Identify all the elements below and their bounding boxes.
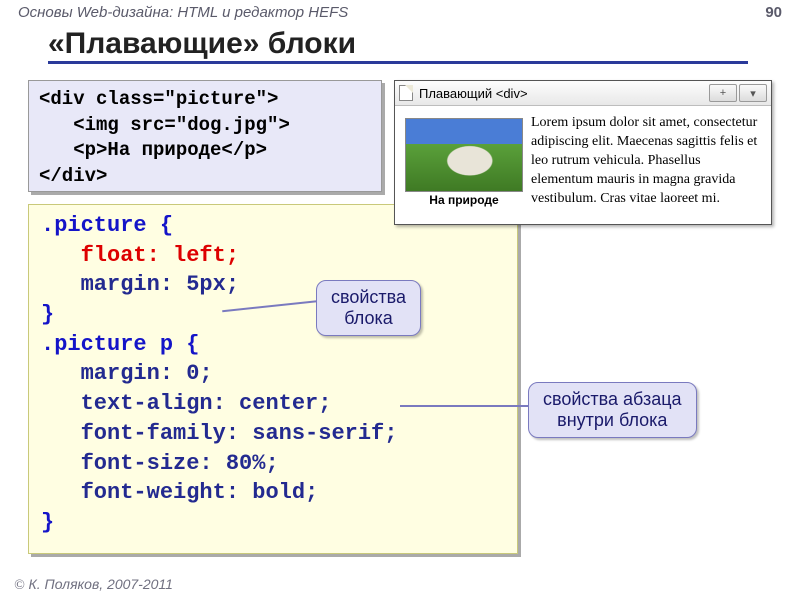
- css-prop-size: font-size: 80%;: [81, 451, 279, 476]
- lorem-text: Lorem ipsum dolor sit amet, consectetur …: [531, 115, 757, 206]
- browser-content: На природе Lorem ipsum dolor sit amet, c…: [395, 106, 771, 224]
- footer: © К. Поляков, 2007-2011: [14, 576, 173, 594]
- menu-button[interactable]: ▾: [739, 84, 767, 102]
- browser-window: Плавающий <div> + ▾ На природе Lorem ips…: [394, 80, 772, 225]
- dog-image: [405, 118, 523, 192]
- css-prop-family: font-family: sans-serif;: [81, 421, 398, 446]
- picture-float: На природе: [405, 118, 523, 208]
- css-brace2: }: [41, 510, 54, 535]
- page-number: 90: [765, 4, 782, 21]
- css-prop-weight: font-weight: bold;: [81, 480, 319, 505]
- slide-header: Основы Web-дизайна: HTML и редактор HEFS…: [0, 0, 800, 25]
- picture-caption: На природе: [405, 192, 523, 208]
- css-prop-align: text-align: center;: [81, 391, 332, 416]
- css-selector: .picture {: [41, 213, 173, 238]
- css-code-block: .picture { float: left; margin: 5px; } .…: [28, 204, 518, 554]
- callout-line-2: [400, 405, 530, 407]
- document-icon: [399, 85, 413, 101]
- html-code-block: <div class="picture"> <img src="dog.jpg"…: [28, 80, 382, 192]
- callout-para-props: свойства абзаца внутри блока: [528, 382, 697, 438]
- breadcrumb: Основы Web-дизайна: HTML и редактор HEFS: [18, 4, 348, 21]
- css-selector-p: .picture p {: [41, 332, 199, 357]
- browser-title: Плавающий <div>: [419, 86, 528, 101]
- window-buttons: + ▾: [709, 84, 767, 102]
- copyright-icon: ©: [14, 578, 25, 593]
- footer-text: К. Поляков, 2007-2011: [29, 576, 173, 592]
- css-prop-margin: margin: 5px;: [81, 272, 239, 297]
- callout-block-props: свойства блока: [316, 280, 421, 336]
- css-brace: }: [41, 302, 54, 327]
- browser-titlebar: Плавающий <div> + ▾: [395, 81, 771, 106]
- css-prop-margin0: margin: 0;: [81, 361, 213, 386]
- css-prop-float: float: left;: [81, 243, 239, 268]
- slide-title: «Плавающие» блоки: [48, 27, 748, 64]
- add-button[interactable]: +: [709, 84, 737, 102]
